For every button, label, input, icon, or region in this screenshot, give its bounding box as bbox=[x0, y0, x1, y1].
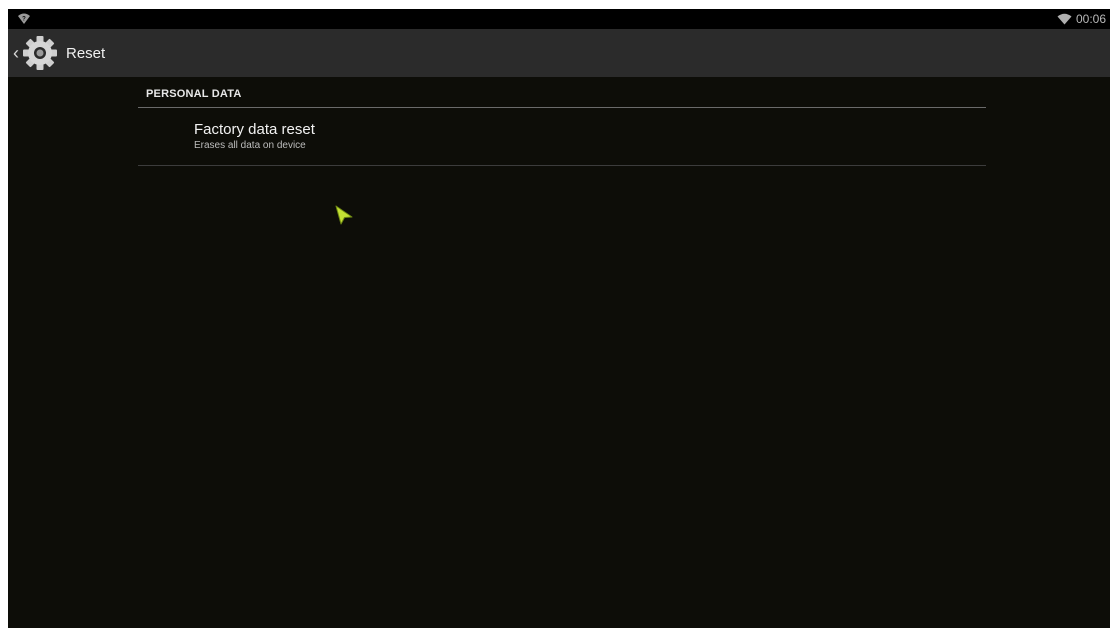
status-time: 00:06 bbox=[1075, 12, 1106, 26]
status-bar: ? 00:06 bbox=[8, 9, 1110, 29]
wifi-signal-icon bbox=[1057, 13, 1072, 25]
section-header-personal-data: PERSONAL DATA bbox=[146, 88, 242, 100]
factory-data-reset-item[interactable]: Factory data reset Erases all data on de… bbox=[138, 108, 986, 165]
svg-text:?: ? bbox=[22, 17, 26, 23]
preference-list: PERSONAL DATA Factory data reset Erases … bbox=[138, 77, 986, 166]
action-bar: ‹ Reset bbox=[8, 29, 1110, 77]
mouse-cursor-icon bbox=[335, 205, 353, 225]
page-title: Reset bbox=[66, 44, 106, 62]
status-right-group: 00:06 bbox=[1057, 11, 1106, 27]
wifi-question-icon: ? bbox=[18, 13, 30, 24]
settings-gear-icon[interactable] bbox=[20, 33, 60, 73]
pref-item-title: Factory data reset bbox=[194, 120, 315, 138]
item-divider bbox=[138, 165, 986, 166]
screen: ? 00:06 ‹ Reset PERSONAL DATA Factory da… bbox=[8, 9, 1110, 628]
pref-item-summary: Erases all data on device bbox=[194, 139, 306, 151]
